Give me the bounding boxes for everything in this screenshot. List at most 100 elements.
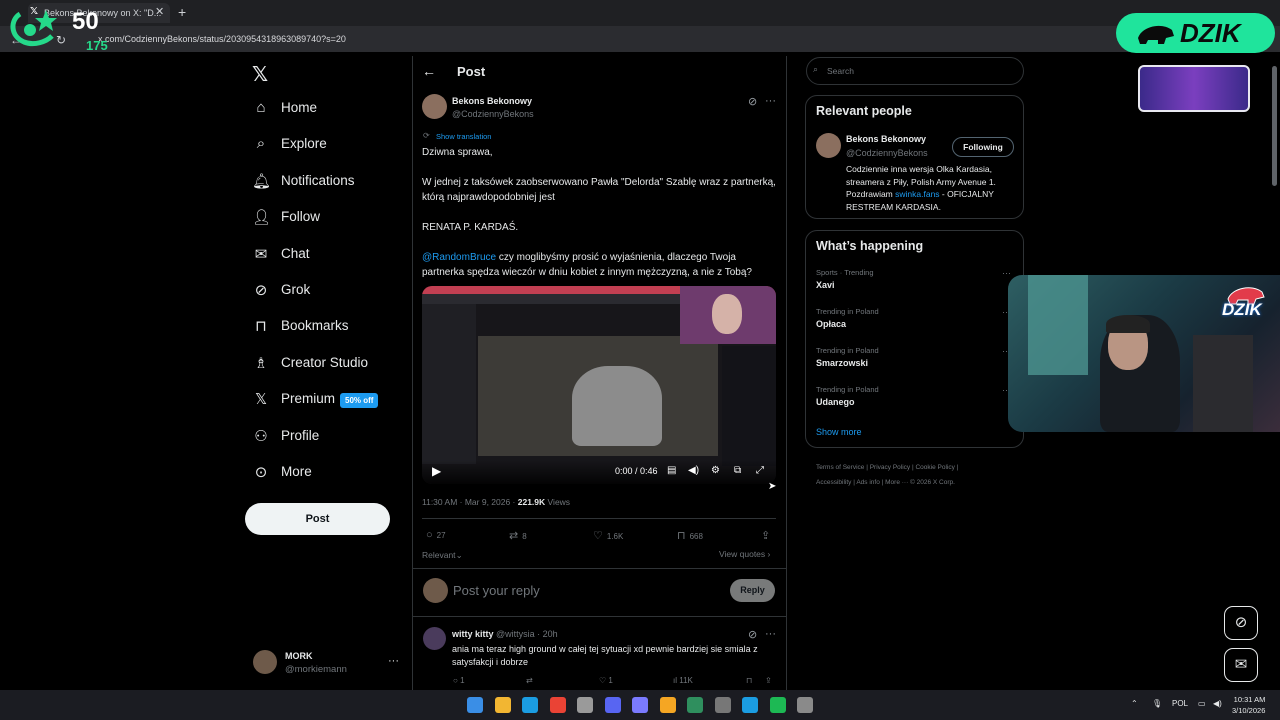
scrollbar[interactable] (1272, 66, 1277, 186)
spotify-icon[interactable] (769, 697, 786, 713)
fullscreen-icon[interactable]: ⤢ (756, 465, 764, 476)
search-input[interactable]: Search (806, 57, 1024, 85)
settings-icon[interactable]: ⚙ (711, 465, 720, 476)
close-tab-icon[interactable]: ✕ (155, 5, 164, 18)
chrome-icon[interactable] (549, 697, 566, 713)
video-player[interactable]: ▶ 0:00 / 0:46 ▤ ◀) ⚙ ⧉ ⤢ (422, 286, 776, 484)
url-text[interactable]: x.com/CodziennyBekons/status/20309543189… (98, 34, 346, 44)
steam-icon[interactable] (742, 697, 758, 713)
nav-item-explore[interactable]: ⌕ Explore (252, 131, 432, 161)
share-icon[interactable]: ⇪ (761, 529, 774, 542)
view-quotes-link[interactable]: View quotes › (719, 549, 770, 559)
new-tab-icon[interactable]: + (178, 4, 186, 20)
account-avatar[interactable] (253, 650, 277, 674)
nav-item-notifications[interactable]: 🔔︎ Notifications (252, 168, 432, 198)
clock-time: 10:31 AM (1233, 695, 1266, 704)
author-avatar[interactable] (422, 94, 447, 119)
rp-avatar[interactable] (816, 133, 841, 158)
nav-item-more[interactable]: ⊙ More (252, 459, 432, 489)
grok-fab-icon[interactable]: ⊘ (1224, 606, 1258, 640)
nav-item-label: Creator Studio (281, 354, 369, 370)
captions-icon[interactable]: ▤ (667, 465, 676, 476)
author-name[interactable]: Bekons Bekonowy (452, 96, 532, 106)
clock[interactable]: 10:31 AM 3/10/2026 (1232, 694, 1265, 716)
chevron-right-icon: › (767, 549, 771, 559)
app-icon[interactable] (714, 697, 731, 713)
repost-action[interactable]: ⇄ 8 (509, 529, 527, 542)
account-name[interactable]: MORK (285, 651, 313, 661)
nav-item-follow[interactable]: 👤︎ Follow (252, 204, 432, 234)
account-more-icon[interactable]: ··· (388, 655, 399, 667)
reply-author[interactable]: witty kitty @wittysia · 20h (452, 629, 558, 639)
relevant-people-title: Relevant people (816, 104, 912, 118)
sort-label: Relevant (422, 550, 456, 560)
post-button[interactable]: Post (245, 503, 390, 535)
reply-views-action[interactable]: ıl 11K (673, 676, 693, 685)
nav-item-creator-studio[interactable]: ♗ Creator Studio (252, 350, 432, 380)
volume-icon[interactable]: ◀) (688, 465, 699, 476)
mention-link[interactable]: @RandomBruce (422, 252, 496, 263)
tray-chevron-icon[interactable]: ⌃ (1131, 699, 1138, 708)
sort-relevant-dropdown[interactable]: Relevant⌄ (422, 550, 463, 561)
reply-share-icon[interactable]: ⇪ (765, 676, 772, 685)
footer-links[interactable]: Terms of Service | Privacy Policy | Cook… (816, 460, 1021, 475)
reply-reply-action[interactable]: ○ 1 (453, 676, 465, 685)
more-options-icon[interactable]: ··· (765, 628, 776, 640)
app-icon[interactable] (632, 697, 648, 713)
video-controls (422, 460, 776, 484)
following-button[interactable]: Following (952, 137, 1014, 157)
trend-name[interactable]: Opłaca (816, 319, 846, 329)
search-icon: ⌕ (256, 135, 266, 153)
more-options-icon[interactable]: ··· (765, 95, 776, 107)
x-home-logo-icon[interactable]: 𝕏 (252, 62, 268, 87)
rp-bio-link[interactable]: swinka.fans (895, 189, 939, 199)
app-icon[interactable] (659, 697, 676, 713)
reply-bookmark-icon[interactable]: ⊓ (746, 676, 752, 685)
reply-text: ania ma teraz high ground w całej tej sy… (452, 644, 758, 667)
reply-like-action[interactable]: ♡ 1 (599, 676, 613, 685)
app-icon[interactable] (577, 697, 593, 713)
pip-icon[interactable]: ⧉ (734, 465, 741, 476)
discord-icon[interactable] (604, 697, 621, 713)
back-arrow-icon[interactable]: ← (422, 63, 436, 79)
rp-name[interactable]: Bekons Bekonowy (846, 134, 926, 144)
nav-item-bookmarks[interactable]: ⊓ Bookmarks (252, 313, 432, 343)
network-icon[interactable]: ▭ (1198, 699, 1206, 708)
reply-button[interactable]: Reply (730, 579, 775, 602)
footer-links-2[interactable]: Accessibility | Ads info | More ··· © 20… (816, 475, 1021, 490)
reply-reply-count: 1 (460, 676, 465, 685)
nav-item-grok[interactable]: ⊘ Grok (252, 277, 432, 307)
like-action[interactable]: ♡ 1.6K (593, 529, 623, 542)
reply-input[interactable]: Post your reply (453, 583, 540, 598)
video-frame-chat (722, 346, 776, 466)
reply-repost-action[interactable]: ⇄ (526, 676, 533, 685)
app-icon[interactable] (687, 697, 703, 713)
language-indicator[interactable]: POL (1172, 699, 1188, 708)
settings-icon[interactable] (797, 697, 813, 713)
file-explorer-icon[interactable] (494, 697, 511, 713)
reply-action[interactable]: ○ 27 (426, 529, 446, 541)
grok-icon[interactable]: ⊘ (748, 95, 757, 108)
bookmark-action[interactable]: ⊓ 668 (677, 529, 703, 542)
messages-fab-icon[interactable]: ✉ (1224, 648, 1258, 682)
show-more-link[interactable]: Show more (816, 427, 862, 437)
steam-icon[interactable] (522, 697, 538, 713)
trend-name[interactable]: Udanego (816, 397, 855, 407)
nav-item-home[interactable]: ⌂ Home (252, 95, 432, 125)
start-icon[interactable] (467, 697, 483, 713)
trend-name[interactable]: Xavi (816, 280, 835, 290)
trend-more-icon[interactable]: ··· (1002, 268, 1011, 278)
bookmark-icon: ⊓ (255, 318, 267, 336)
author-handle[interactable]: @CodziennyBekons (452, 109, 534, 119)
play-icon[interactable]: ▶ (432, 464, 441, 478)
nav-item-chat[interactable]: ✉ Chat (252, 241, 432, 271)
mic-icon[interactable]: 🎙 (1152, 699, 1162, 708)
volume-tray-icon[interactable]: ◀) (1213, 699, 1222, 708)
trend-name[interactable]: Smarzowski (816, 358, 868, 368)
nav-item-profile[interactable]: ⚇ Profile (252, 423, 432, 453)
repost-count: 8 (522, 532, 527, 541)
grok-icon[interactable]: ⊘ (748, 628, 757, 641)
creator-icon: ♗ (254, 354, 268, 372)
show-translation-link[interactable]: Show translation (436, 132, 491, 141)
reply-author-avatar[interactable] (423, 627, 446, 650)
